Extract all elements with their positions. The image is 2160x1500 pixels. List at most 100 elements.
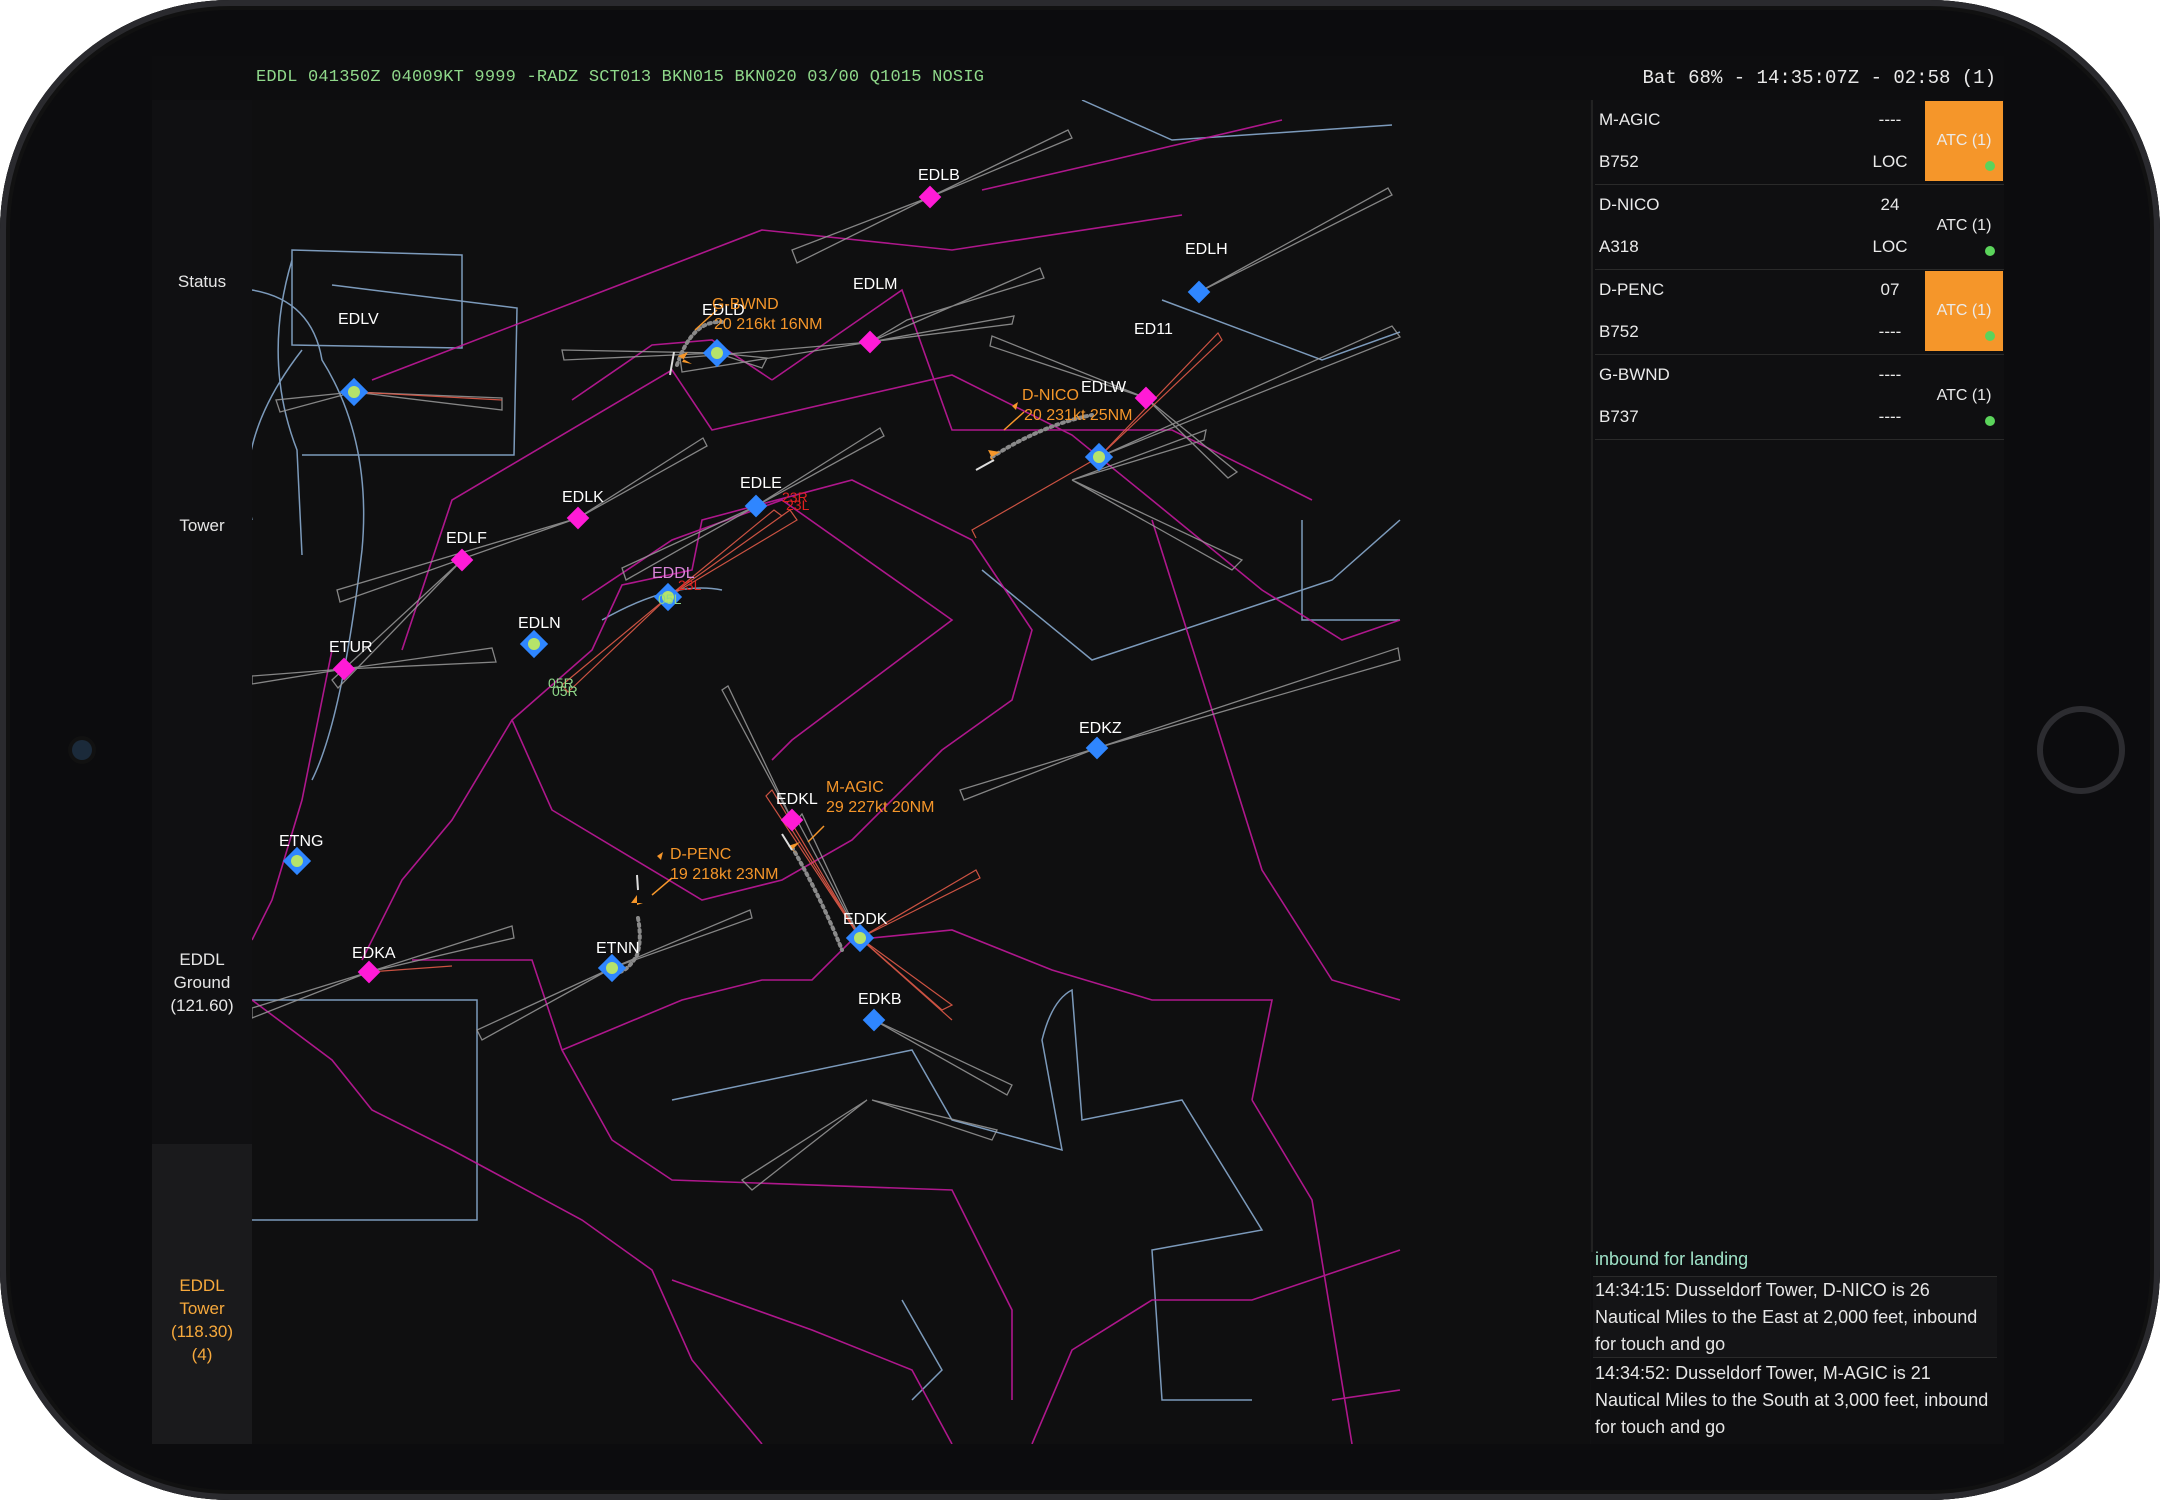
map-canvas: EDLB EDLH EDLM EDLV EDLD ED11 EDLW EDLK … — [252, 100, 1402, 1444]
strip-atc-label: ATC (1) — [1936, 132, 1992, 149]
strip-atc-label: ATC (1) — [1936, 217, 1992, 234]
strip-clearance: LOC — [1872, 152, 1908, 171]
runway-labels: 23R 23L 05L 05R 23L 05R — [548, 489, 810, 699]
airport-marker-edlv — [339, 377, 369, 407]
airport-label-edlv: EDLV — [338, 311, 379, 328]
nav-status[interactable]: Status — [152, 270, 252, 293]
strip-clearance: ---- — [1878, 322, 1902, 341]
message-item: inbound for landing — [1595, 1249, 1749, 1269]
status-dot-icon — [1985, 416, 1995, 426]
runway-label-23l: 23L — [678, 577, 702, 593]
strip-atc-button[interactable]: ATC (1) — [1925, 271, 2003, 351]
aircraft-info-dnico: 20 231kt 25NM — [1024, 407, 1133, 424]
battery-time-text: Bat 68% - 14:35:07Z - 02:58 (1) — [1642, 67, 1996, 89]
tablet-frame: EDDL 041350Z 04009KT 9999 -RADZ SCT013 B… — [0, 0, 2160, 1500]
aircraft-labels: G-BWND 20 216kt 16NM D-NICO 20 231kt 25N… — [670, 296, 1133, 883]
strip-callsign: G-BWND — [1599, 365, 1670, 384]
airport-marker-etnn — [597, 953, 627, 983]
approach-cones — [252, 129, 1402, 1191]
country-borders — [252, 100, 1401, 1401]
status-dot-icon — [1985, 246, 1995, 256]
strip-clearance: LOC — [1872, 237, 1908, 256]
aircraft-info-gbwnd: 20 216kt 16NM — [714, 316, 823, 333]
airport-label-edkz: EDKZ — [1079, 720, 1122, 737]
aircraft-callsign-magic: M-AGIC — [826, 779, 884, 796]
strip-callsign: M-AGIC — [1599, 110, 1661, 129]
airport-label-etng: ETNG — [279, 833, 323, 850]
aircraft-icon-dpenc — [631, 895, 643, 905]
app-screen: EDDL 041350Z 04009KT 9999 -RADZ SCT013 B… — [152, 56, 2004, 1444]
airport-marker-edlh — [1187, 280, 1211, 304]
airport-label-ed11: ED11 — [1134, 321, 1173, 338]
strip-runway: ---- — [1878, 110, 1902, 129]
strip-type: A318 — [1599, 237, 1639, 256]
nav-tower-frequency[interactable]: EDDL Tower (118.30) (4) — [152, 1144, 252, 1444]
strip-runway: ---- — [1878, 365, 1902, 384]
strip-runway: 07 — [1880, 280, 1900, 299]
airport-marker-edkl — [780, 808, 804, 832]
airport-label-edkl: EDKL — [776, 791, 818, 808]
strip-dnico[interactable]: D-NICO A318 24 LOC ATC (1) — [1595, 185, 2004, 270]
strip-clearance: ---- — [1878, 407, 1902, 426]
status-bar: EDDL 041350Z 04009KT 9999 -RADZ SCT013 B… — [152, 56, 2004, 100]
strip-type: B737 — [1599, 407, 1639, 426]
aircraft-info-magic: 29 227kt 20NM — [826, 799, 935, 816]
radar-map[interactable]: EDLB EDLH EDLM EDLV EDLD ED11 EDLW EDLK … — [252, 100, 1590, 1444]
strip-dpenc[interactable]: D-PENC B752 07 ---- ATC (1) — [1595, 270, 2004, 355]
airport-marker-eddk — [845, 923, 875, 953]
runway-label-23l-b: 23L — [786, 497, 810, 513]
nav-tower[interactable]: Tower — [152, 514, 252, 537]
strip-runway: 24 — [1880, 195, 1900, 214]
strip-atc-button[interactable]: ATC (1) — [1925, 101, 2003, 181]
airport-label-etur: ETUR — [329, 639, 373, 656]
airport-marker-edle — [744, 494, 768, 518]
airport-marker-edlk — [566, 506, 590, 530]
airport-marker-edld — [702, 338, 732, 368]
airport-marker-edkb — [862, 1008, 886, 1032]
strip-gbwnd[interactable]: G-BWND B737 ---- ---- ATC (1) — [1595, 355, 2004, 440]
status-dot-icon — [1985, 331, 1995, 341]
strip-atc-button[interactable]: ATC (1) — [1925, 186, 2003, 266]
status-dot-icon — [1985, 161, 1995, 171]
airport-marker-edlm — [858, 330, 882, 354]
airport-label-edka: EDKA — [352, 945, 396, 962]
airport-label-edlf: EDLF — [446, 530, 487, 547]
airport-label-edln: EDLN — [518, 615, 561, 632]
strip-callsign: D-NICO — [1599, 195, 1660, 214]
airport-label-edlh: EDLH — [1185, 241, 1228, 258]
strip-callsign: D-PENC — [1599, 280, 1665, 299]
message-item: 14:34:52: Dusseldorf Tower, M-AGIC is 21… — [1595, 1363, 1989, 1437]
nav-ground[interactable]: EDDL Ground (121.60) — [152, 948, 252, 1017]
home-button[interactable] — [2037, 706, 2125, 794]
message-item: 14:34:15: Dusseldorf Tower, D-NICO is 26… — [1593, 1276, 1997, 1358]
airport-marker-edln — [519, 629, 549, 659]
runway-extensions — [353, 332, 1223, 1021]
airport-marker-edlb — [918, 185, 942, 209]
airport-label-etnn: ETNN — [596, 940, 640, 957]
airport-label-edlk: EDLK — [562, 489, 604, 506]
aircraft-symbols — [631, 352, 1018, 905]
strip-atc-button[interactable]: ATC (1) — [1925, 356, 2003, 436]
front-camera — [72, 740, 92, 760]
aircraft-headings — [636, 351, 995, 891]
strip-atc-label: ATC (1) — [1936, 387, 1992, 404]
strip-type: B752 — [1599, 322, 1639, 341]
runway-label-05l: 05L — [658, 591, 682, 607]
runway-label-05r-b: 05R — [552, 683, 578, 699]
airport-label-edkb: EDKB — [858, 991, 902, 1008]
message-log[interactable]: inbound for landing 14:34:15: Dusseldorf… — [1591, 1249, 2004, 1444]
airport-label-edle: EDLE — [740, 475, 782, 492]
aircraft-callsign-dpenc: D-PENC — [670, 846, 731, 863]
aircraft-callsign-dnico: D-NICO — [1022, 387, 1079, 404]
strip-type: B752 — [1599, 152, 1639, 171]
airport-label-edlb: EDLB — [918, 167, 960, 184]
strip-magic[interactable]: M-AGIC B752 ---- LOC ATC (1) — [1595, 100, 2004, 185]
airport-label-eddk: EDDK — [843, 911, 888, 928]
aircraft-info-dpenc: 19 218kt 23NM — [670, 866, 779, 883]
left-nav: Status Tower EDDL Ground (121.60) EDDL T… — [152, 100, 252, 1444]
airport-label-edlw: EDLW — [1081, 379, 1127, 396]
metar-text: EDDL 041350Z 04009KT 9999 -RADZ SCT013 B… — [256, 68, 985, 87]
airport-marker-edka — [357, 960, 381, 984]
strip-atc-label: ATC (1) — [1936, 302, 1992, 319]
airport-marker-edkz — [1085, 736, 1109, 760]
